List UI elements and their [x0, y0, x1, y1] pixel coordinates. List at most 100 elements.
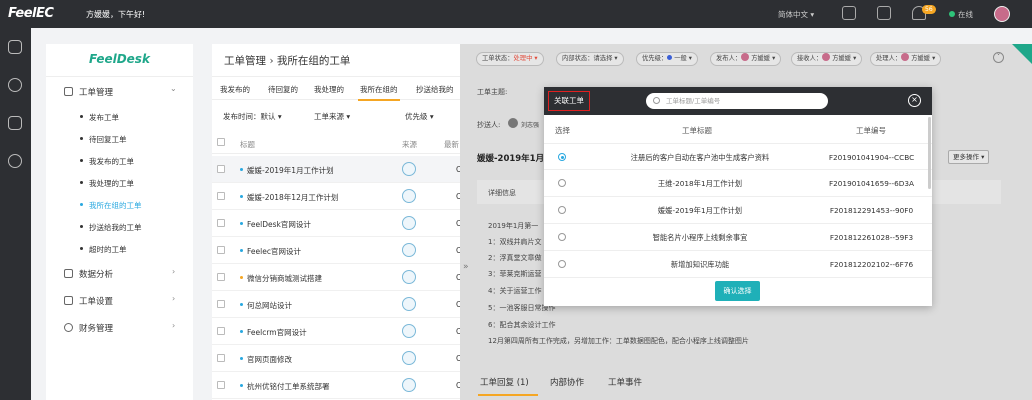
pill-receiver[interactable]: 接收人： 方媛媛 ▾ [791, 52, 863, 66]
close-detail-button[interactable]: ˅ [993, 52, 1004, 63]
tab-cc-me[interactable]: 抄送给我的 [416, 84, 454, 95]
online-status[interactable]: 在线 [958, 9, 973, 20]
sidebar-group-analytics[interactable]: 数据分析 [64, 268, 113, 280]
calendar-icon[interactable] [8, 116, 22, 130]
modal-ticket-row[interactable]: 媛媛-2019年1月工作计划 F201812291453--90F0 [544, 197, 932, 224]
sidebar-item-label: 抄送给我的工单 [89, 223, 142, 232]
help-icon[interactable] [877, 6, 891, 20]
sidebar: FeelDesk 工单管理 ⌄ 发布工单 待回复工单 我发布的工单 我处理的工单… [46, 44, 193, 400]
detail-info-title: 详细信息 [488, 189, 516, 197]
radio-selected[interactable] [558, 153, 566, 161]
sidebar-group-label: 数据分析 [79, 270, 114, 280]
table-row[interactable]: Feelec官网设计 C [212, 237, 461, 264]
row-checkbox[interactable] [217, 192, 225, 200]
bullet-icon [240, 195, 243, 198]
sidebar-item-label: 我发布的工单 [89, 157, 134, 166]
ticket-search-input[interactable]: 工单标题/工单编号 [646, 93, 828, 109]
modal-ticket-row[interactable]: 王维-2018年1月工作计划 F201901041659--6D3A [544, 170, 932, 197]
tab-internal-collab[interactable]: 内部协作 [550, 376, 584, 388]
tab-my-group[interactable]: 我所在组的 [360, 84, 398, 95]
sidebar-item-my-published[interactable]: 我发布的工单 [80, 156, 134, 167]
table-row[interactable]: 杭州优铭付工单系统部署 C [212, 372, 461, 399]
table-row[interactable]: 媛媛-2019年1月工作计划 C [212, 156, 461, 183]
more-operations-button[interactable]: 更多操作 ▾ [948, 150, 990, 164]
row-checkbox[interactable] [217, 354, 225, 362]
row-checkbox[interactable] [217, 219, 225, 227]
row-checkbox[interactable] [217, 246, 225, 254]
detail-line: 2019年1月第一 [488, 222, 539, 230]
source-icon [402, 216, 416, 230]
filter-publish-time[interactable]: 发布时间：默认 ▾ [223, 111, 282, 122]
modal-ticket-row[interactable]: 智能名片小程序上线剩余事宜 F201812261028--59F3 [544, 224, 932, 251]
radio-button[interactable] [558, 233, 566, 241]
app-logo[interactable]: FeelEC [8, 6, 54, 21]
close-icon[interactable]: × [908, 94, 921, 107]
pill-publisher[interactable]: 发布人： 方媛媛 ▾ [710, 52, 782, 66]
row-checkbox[interactable] [217, 327, 225, 335]
tab-my-handled[interactable]: 我处理的 [314, 84, 344, 95]
sidebar-group-finance[interactable]: 财务管理 [64, 322, 113, 334]
yen-icon [64, 323, 73, 332]
row-checkbox[interactable] [217, 300, 225, 308]
chevron-right-icon: › [172, 267, 176, 276]
pill-value: 请选择 ▾ [593, 55, 618, 62]
bullet-icon [240, 357, 243, 360]
filter-source[interactable]: 工单来源 ▾ [314, 111, 350, 122]
modal-ticket-row[interactable]: 注册后的客户自动在客户池中生成客户资料 F20190104190​4--CCBC [544, 143, 932, 170]
dashboard-icon[interactable] [8, 40, 22, 54]
radio-button[interactable] [558, 179, 566, 187]
pill-label: 处理人： [876, 55, 902, 62]
crm-icon[interactable] [8, 78, 22, 92]
table-row[interactable]: 微信分销商城测试搭建 C [212, 264, 461, 291]
sidebar-group-ticket-management[interactable]: 工单管理 [64, 86, 113, 98]
sidebar-item-my-handled[interactable]: 我处理的工单 [80, 178, 134, 189]
pill-value: 方媛媛 ▾ [832, 55, 857, 62]
user-avatar[interactable] [994, 6, 1010, 22]
sidebar-group-label: 财务管理 [79, 324, 114, 334]
table-row[interactable]: Feelcrm官网设计 C [212, 318, 461, 345]
row-checkbox[interactable] [217, 381, 225, 389]
row-title: 何总网站设计 [240, 300, 292, 311]
table-row[interactable]: 官网页面修改 C [212, 345, 461, 372]
pill-handler[interactable]: 处理人： 方媛媛 ▾ [870, 52, 942, 66]
source-icon [402, 297, 416, 311]
language-select[interactable]: 简体中文 ▾ [778, 9, 814, 20]
sidebar-item-overdue[interactable]: 超时的工单 [80, 244, 127, 255]
settings-icon[interactable] [8, 154, 22, 168]
tab-my-published[interactable]: 我发布的 [220, 84, 250, 95]
radio-button[interactable] [558, 206, 566, 214]
corner-ribbon [1012, 44, 1032, 64]
detail-line: 12月第四周所有工作完成，另增加工作：工单数据图配色，配合小程序上线调整图片 [488, 337, 749, 345]
sidebar-item-label: 发布工单 [89, 113, 119, 122]
sidebar-group-ticket-settings[interactable]: 工单设置 [64, 295, 113, 307]
ticket-heading: 媛媛-2019年1月 [477, 154, 545, 164]
sidebar-item-publish[interactable]: 发布工单 [80, 112, 119, 123]
table-row[interactable]: 媛媛-2018年12月工作计划 C [212, 183, 461, 210]
table-row[interactable]: FeelDesk官网设计 C [212, 210, 461, 237]
phone-icon[interactable] [842, 6, 856, 20]
filter-priority[interactable]: 优先级 ▾ [405, 111, 434, 122]
pill-internal-status[interactable]: 内部状态：请选择 ▾ [556, 52, 624, 66]
radio-button[interactable] [558, 260, 566, 268]
sidebar-item-my-group[interactable]: 我所在组的工单 [80, 200, 142, 211]
confirm-selection-button[interactable]: 确认选择 [715, 281, 760, 301]
source-icon [402, 270, 416, 284]
tab-ticket-reply[interactable]: 工单回复 (1) [480, 376, 529, 388]
pill-ticket-status[interactable]: 工单状态：处理中 ▾ [476, 52, 544, 66]
bullet-icon [80, 225, 83, 228]
pill-priority[interactable]: 优先级： 一般 ▾ [636, 52, 698, 66]
table-row[interactable]: 何总网站设计 C [212, 291, 461, 318]
row-checkbox[interactable] [217, 165, 225, 173]
sidebar-item-pending-reply[interactable]: 待回复工单 [80, 134, 127, 145]
search-placeholder: 工单标题/工单编号 [666, 97, 721, 105]
row-checkbox[interactable] [217, 273, 225, 281]
scrollbar[interactable] [928, 117, 931, 189]
row-title: 杭州优铭付工单系统部署 [240, 381, 330, 392]
sidebar-item-cc-me[interactable]: 抄送给我的工单 [80, 222, 142, 233]
tab-ticket-events[interactable]: 工单事件 [608, 376, 642, 388]
modal-ticket-row[interactable]: 新增加知识库功能 F201812202102--6F76 [544, 251, 932, 278]
bar-chart-icon [64, 269, 73, 278]
select-all-checkbox[interactable] [217, 138, 225, 146]
collapse-panel-button[interactable]: » [463, 262, 469, 272]
tab-pending-reply[interactable]: 待回复的 [268, 84, 298, 95]
